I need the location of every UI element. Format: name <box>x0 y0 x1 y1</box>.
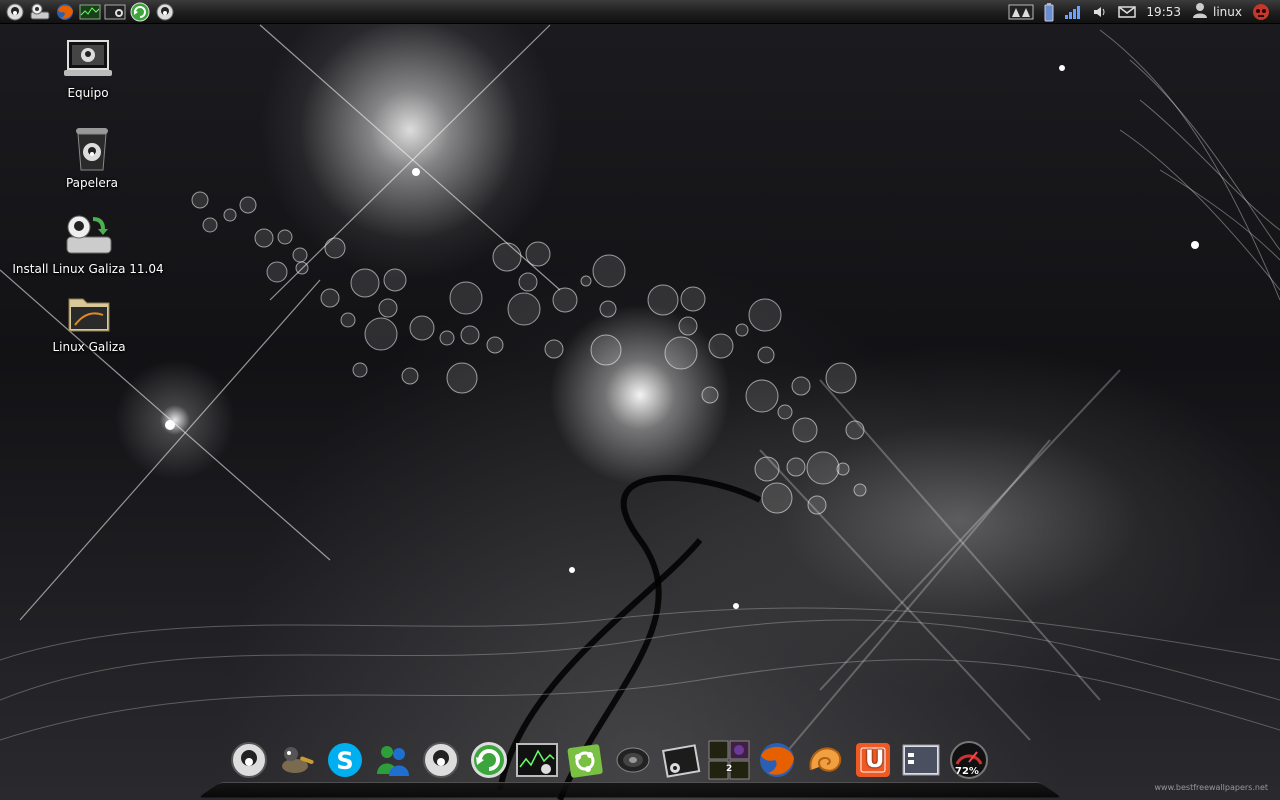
messenger-icon[interactable] <box>372 738 414 782</box>
desktop-icon-papelera[interactable]: Papelera <box>17 124 167 190</box>
update-manager-icon[interactable] <box>468 738 510 782</box>
dock-shelf <box>198 781 1062 798</box>
ubuntu-one-icon[interactable]: U <box>852 738 894 782</box>
volume-icon[interactable] <box>1092 1 1108 23</box>
desktop-icon-equipo[interactable]: Equipo <box>13 34 163 100</box>
desktop-icon-label: Papelera <box>65 176 119 190</box>
wallpaper-watermark: www.bestfreewallpapers.net <box>1154 783 1268 792</box>
clock[interactable]: 19:53 <box>1146 1 1181 23</box>
show-desktop-icon[interactable] <box>900 738 942 782</box>
signal-icon[interactable] <box>1064 1 1082 23</box>
installer-icon <box>63 210 113 260</box>
update-manager-icon[interactable] <box>129 2 151 22</box>
desktop-icon-install[interactable]: Install Linux Galiza 11.04 <box>12 210 164 276</box>
battery-icon[interactable] <box>1044 1 1054 23</box>
speaker-icon[interactable] <box>612 738 654 782</box>
firefox-icon[interactable] <box>756 738 798 782</box>
system-monitor-icon[interactable] <box>79 2 101 22</box>
desktop-icon-label: Linux Galiza <box>52 340 126 354</box>
svg-text:S: S <box>336 747 353 775</box>
desktop-icon-label: Equipo <box>67 86 109 100</box>
dock-items: S 2 U 72% <box>228 738 990 782</box>
terminal-icon[interactable] <box>660 738 702 782</box>
desktop-screen: 19:53 linux Equipo Papelera Install Linu… <box>0 0 1280 800</box>
terminal-icon[interactable] <box>104 2 126 22</box>
trash-icon <box>67 124 117 174</box>
shutdown-icon[interactable] <box>1252 1 1270 23</box>
folder-icon <box>64 288 114 338</box>
system-tray: 19:53 linux <box>1008 1 1280 23</box>
network-applet-icon[interactable] <box>1008 1 1034 23</box>
desktop-icon-label: Install Linux Galiza 11.04 <box>12 262 164 276</box>
computer-icon <box>63 34 113 84</box>
mail-icon[interactable] <box>1118 1 1137 23</box>
dock: S 2 U 72% <box>180 736 1080 800</box>
firefox-icon[interactable] <box>54 2 76 22</box>
system-monitor-icon[interactable] <box>516 738 558 782</box>
galiza-penguin-icon[interactable] <box>4 2 26 22</box>
panel-launchers <box>0 2 176 22</box>
cpu-usage-label: 72% <box>955 766 979 777</box>
ubuntu-software-icon[interactable] <box>564 738 606 782</box>
user-name-label: linux <box>1213 4 1242 19</box>
galiza-drive-icon[interactable] <box>29 2 51 22</box>
desktop-icon-linux-galiza[interactable]: Linux Galiza <box>14 288 164 354</box>
cpu-gauge-icon[interactable]: 72% <box>948 738 990 782</box>
ubuntu-one-letter: U <box>865 745 885 773</box>
workspace-switcher-icon[interactable]: 2 <box>708 738 750 782</box>
gimp-icon[interactable] <box>276 738 318 782</box>
galiza-penguin-icon[interactable] <box>154 2 176 22</box>
skype-icon[interactable]: S <box>324 738 366 782</box>
user-menu[interactable]: linux <box>1191 1 1242 23</box>
wallpaper <box>0 24 1280 800</box>
top-panel: 19:53 linux <box>0 0 1280 24</box>
galiza-penguin-icon[interactable] <box>228 738 270 782</box>
user-icon <box>1191 1 1209 22</box>
galiza-penguin-icon[interactable] <box>420 738 462 782</box>
nautilus-icon[interactable] <box>804 738 846 782</box>
workspace-number-badge: 2 <box>726 764 733 774</box>
